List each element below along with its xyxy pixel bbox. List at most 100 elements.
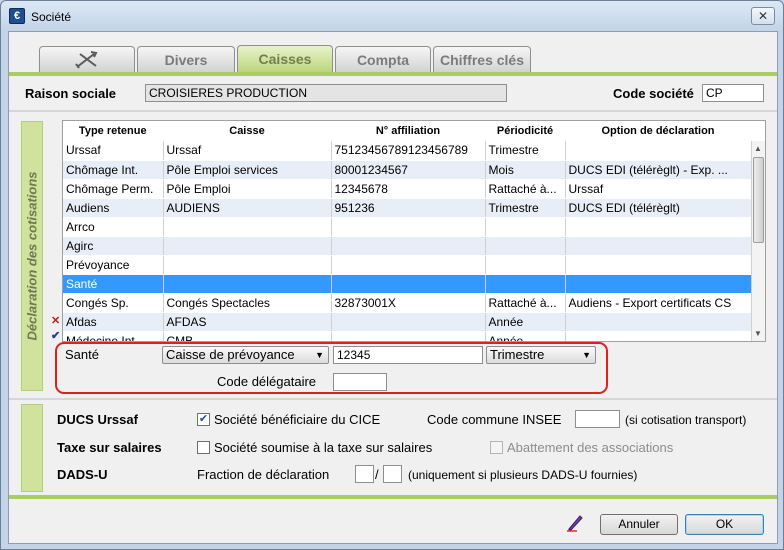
scroll-down-icon[interactable]: ▼ <box>754 329 762 338</box>
edit-periodicite-select[interactable]: Trimestre ▼ <box>486 346 596 364</box>
cell-affiliation: 75123456789123456789 <box>331 141 486 161</box>
tab-divers[interactable]: Divers <box>137 46 235 72</box>
societe-window: € Société ✕ Divers Caisses Compta Chiffr… <box>0 0 784 550</box>
cell-affiliation <box>331 331 486 341</box>
scroll-up-icon[interactable]: ▲ <box>754 144 762 153</box>
code-delegataire-input[interactable] <box>333 373 387 391</box>
abattement-label: Abattement des associations <box>507 440 674 455</box>
cell-caisse: AFDAS <box>163 312 332 332</box>
header-separator <box>9 110 777 112</box>
pen-icon[interactable] <box>565 512 585 532</box>
table-header-row: Type retenue Caisse N° affiliation Pério… <box>63 121 752 141</box>
cell-option <box>565 141 752 161</box>
cell-periodicite <box>485 236 566 256</box>
title-bar[interactable]: € Société ✕ <box>1 1 783 31</box>
close-button[interactable]: ✕ <box>751 7 775 25</box>
col-periodicite[interactable]: Périodicité <box>485 121 566 141</box>
table-row[interactable]: Chômage Perm. Pôle Emploi 12345678 Rattaché… <box>63 179 752 199</box>
table-row[interactable]: Santé <box>63 274 752 294</box>
tab-tools[interactable] <box>39 46 135 72</box>
ducs-urssaf-label: DUCS Urssaf <box>57 412 138 427</box>
col-option-declaration[interactable]: Option de déclaration <box>565 121 752 141</box>
table-row[interactable]: Afdas AFDAS Année <box>63 312 752 332</box>
cell-affiliation <box>331 255 486 275</box>
footer-divider <box>9 495 777 499</box>
cell-type-retenue: Médecine Int. <box>63 331 164 341</box>
cell-affiliation: 80001234567 <box>331 160 486 180</box>
taxe-checkbox-label: Société soumise à la taxe sur salaires <box>214 440 433 455</box>
tab-caisses[interactable]: Caisses <box>237 45 333 73</box>
cell-type-retenue: Afdas <box>63 312 164 332</box>
chevron-down-icon: ▼ <box>582 350 591 360</box>
cell-option <box>565 236 752 256</box>
table-row[interactable]: Agirc <box>63 236 752 256</box>
tab-compta[interactable]: Compta <box>335 46 431 72</box>
afdas-cross-icon: ✕ <box>51 315 61 327</box>
taxe-salaires-label: Taxe sur salaires <box>57 440 162 455</box>
cotisations-section-strip: Déclaration des cotisations <box>21 121 43 391</box>
table-row[interactable]: Arrco <box>63 217 752 237</box>
tab-chiffres-cles[interactable]: Chiffres clés <box>433 46 531 72</box>
cell-type-retenue: Chômage Int. <box>63 160 164 180</box>
col-affiliation[interactable]: N° affiliation <box>331 121 486 141</box>
cell-periodicite <box>485 217 566 237</box>
cell-caisse: AUDIENS <box>163 198 332 218</box>
cell-caisse: CMB <box>163 331 332 341</box>
col-caisse[interactable]: Caisse <box>163 121 332 141</box>
table-row[interactable]: Urssaf Urssaf 75123456789123456789 Trimestr… <box>63 141 752 161</box>
cell-affiliation <box>331 236 486 256</box>
cell-periodicite: Année <box>485 331 566 341</box>
annuler-button[interactable]: Annuler <box>600 514 678 535</box>
section-separator <box>9 398 777 400</box>
edit-caisse-select[interactable]: Caisse de prévoyance ▼ <box>162 346 329 364</box>
cell-option <box>565 331 752 341</box>
taxe-checkbox[interactable] <box>197 441 210 454</box>
insee-input[interactable] <box>575 410 620 428</box>
cell-option <box>565 255 752 275</box>
fraction-label: Fraction de déclaration <box>197 467 330 482</box>
cell-periodicite: Rattaché à... <box>485 293 566 313</box>
cell-affiliation <box>331 274 486 294</box>
table-vertical-scrollbar[interactable]: ▲ ▼ <box>751 141 765 341</box>
raison-sociale-field[interactable]: CROISIERES PRODUCTION <box>145 84 507 102</box>
cell-type-retenue: Agirc <box>63 236 164 256</box>
table-row[interactable]: Médecine Int. CMB Année <box>63 331 752 341</box>
dialog-body: Divers Caisses Compta Chiffres clés Rais… <box>8 31 778 544</box>
cell-caisse: Pôle Emploi services <box>163 160 332 180</box>
code-societe-label: Code société <box>613 86 694 101</box>
cell-affiliation <box>331 312 486 332</box>
cell-affiliation <box>331 217 486 237</box>
code-societe-field[interactable]: CP <box>702 84 764 102</box>
code-delegataire-label: Code délégataire <box>217 374 317 389</box>
edit-periodicite-value: Trimestre <box>490 347 545 362</box>
cell-option: Audiens - Export certificats CS <box>565 293 752 313</box>
edit-affiliation-input[interactable]: 12345 <box>333 346 483 364</box>
insee-label: Code commune INSEE <box>427 412 562 427</box>
cell-caisse: Pôle Emploi <box>163 179 332 199</box>
fraction-separator: / <box>375 467 379 482</box>
cell-affiliation: 32873001X <box>331 293 486 313</box>
table-row[interactable]: Chômage Int. Pôle Emploi services 80001234… <box>63 160 752 180</box>
table-row[interactable]: Audiens AUDIENS 951236 Trimestre DUCS EDI (t… <box>63 198 752 218</box>
cell-periodicite <box>485 274 566 294</box>
abattement-checkbox[interactable] <box>490 441 503 454</box>
cell-affiliation: 12345678 <box>331 179 486 199</box>
cice-checkbox[interactable]: ✔ <box>197 413 210 426</box>
dadsu-label: DADS-U <box>57 467 108 482</box>
table-row[interactable]: Congés Sp. Congés Spectacles 32873001X Ratt… <box>63 293 752 313</box>
fraction-numerator-input[interactable] <box>355 465 374 483</box>
fraction-denominator-input[interactable] <box>383 465 402 483</box>
cell-caisse <box>163 274 332 294</box>
table-row[interactable]: Prévoyance <box>63 255 752 275</box>
tab-underline <box>9 72 777 76</box>
cell-type-retenue: Chômage Perm. <box>63 179 164 199</box>
app-euro-icon: € <box>9 8 25 24</box>
cell-periodicite: Trimestre <box>485 198 566 218</box>
cell-type-retenue: Urssaf <box>63 141 164 161</box>
ok-button[interactable]: OK <box>685 514 764 535</box>
cice-label: Société bénéficiaire du CICE <box>214 412 381 427</box>
scroll-thumb[interactable] <box>753 157 764 243</box>
col-type-retenue[interactable]: Type retenue <box>63 121 164 141</box>
medecine-check-icon: ✔ <box>51 330 61 342</box>
cotisations-table: Type retenue Caisse N° affiliation Pério… <box>62 120 766 342</box>
